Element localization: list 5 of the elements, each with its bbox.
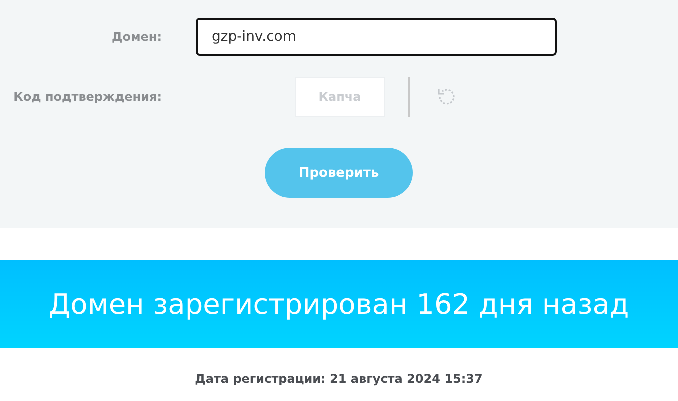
captcha-label: Код подтверждения: [12, 90, 162, 104]
registration-date: Дата регистрации: 21 августа 2024 15:37 [194, 372, 484, 386]
result-heading: Домен зарегистрирован 162 дня назад [48, 288, 630, 320]
domain-label: Домен: [111, 30, 162, 44]
domain-field[interactable]: gzp-inv.com [196, 18, 557, 56]
